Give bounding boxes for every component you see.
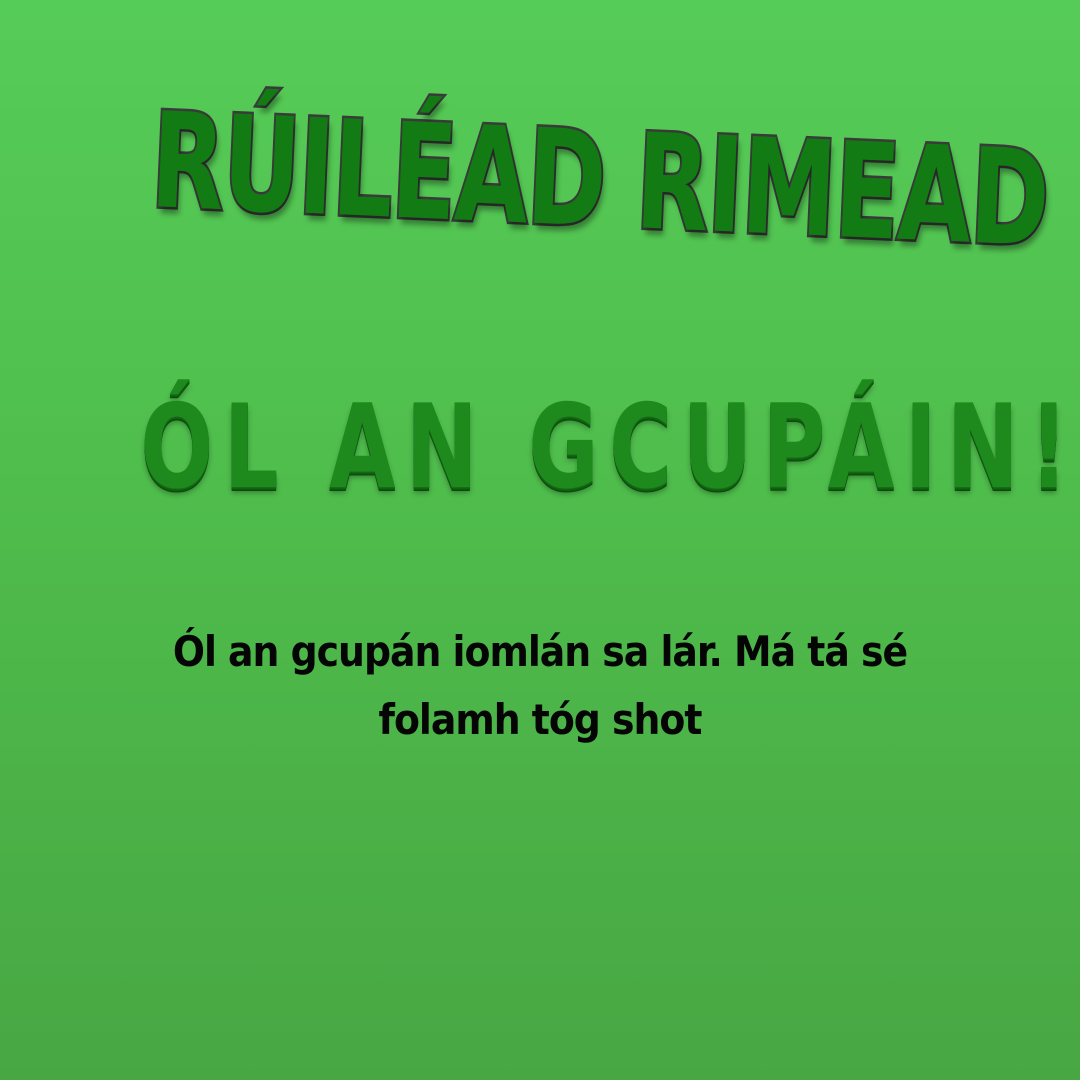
card-instruction-text: Ól an gcupán iomlán sa lár. Má tá sé fol… (140, 618, 940, 754)
game-title-logo: RÚILÉAD RIMEAD (146, 82, 1053, 279)
card-instruction-line: folamh tóg shot (378, 695, 703, 744)
card-title: ÓL AN GCUPÁIN! (140, 380, 1079, 515)
card-canvas: { "game": { "title": "RÚILÉAD RIMEAD" },… (0, 0, 1080, 1080)
card-instruction-line: Ól an gcupán iomlán sa lár. Má tá sé (172, 627, 908, 676)
